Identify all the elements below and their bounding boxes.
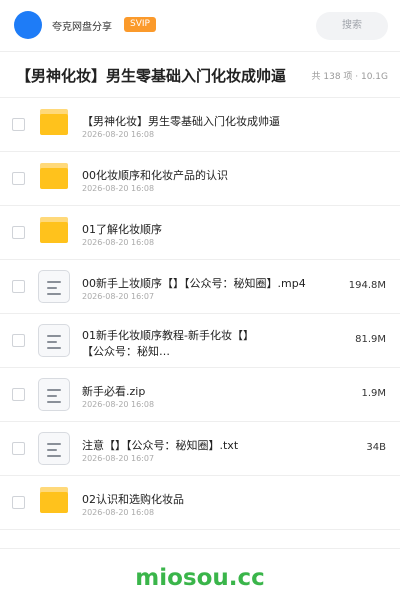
document-icon xyxy=(38,378,70,411)
item-checkbox[interactable] xyxy=(12,334,25,347)
svip-badge[interactable]: SVIP xyxy=(124,17,156,32)
document-icon xyxy=(38,324,70,357)
list-item[interactable]: 01了解化妆顺序 2026-08-20 16:08 xyxy=(0,206,400,260)
item-checkbox[interactable] xyxy=(12,280,25,293)
item-size: 34B xyxy=(366,442,386,453)
document-icon xyxy=(38,270,70,303)
item-name: 【男神化妆】男生零基础入门化妆成帅逼 xyxy=(82,115,280,128)
item-date: 2026-08-20 16:07 xyxy=(82,292,155,301)
item-checkbox[interactable] xyxy=(12,496,25,509)
item-checkbox[interactable] xyxy=(12,226,25,239)
folder-icon xyxy=(38,487,70,517)
item-checkbox[interactable] xyxy=(12,442,25,455)
item-date: 2026-08-20 16:08 xyxy=(82,130,155,139)
folder-icon xyxy=(38,217,70,247)
page-title: 【男神化妆】男生零基础入门化妆成帅逼 xyxy=(16,67,287,85)
folder-icon xyxy=(38,163,70,193)
folder-stats: 共 138 项 · 10.1G xyxy=(311,72,389,82)
item-name: 02认识和选购化妆品 xyxy=(82,493,184,506)
list-item[interactable]: 01新手化妆顺序教程-新手化妆【】【公众号：秘知… 81.9M xyxy=(0,314,400,368)
folder-icon xyxy=(38,109,70,139)
item-date: 2026-08-20 16:08 xyxy=(82,238,155,247)
item-name: 00化妆顺序和化妆产品的认识 xyxy=(82,169,228,182)
item-name: 00新手上妆顺序【】【公众号：秘知圈】.mp4 xyxy=(82,277,306,290)
share-title: 夸克网盘分享 xyxy=(52,22,112,33)
item-date: 2026-08-20 16:07 xyxy=(82,454,155,463)
list-item[interactable]: 02认识和选购化妆品 2026-08-20 16:08 xyxy=(0,476,400,530)
watermark: miosou.cc xyxy=(135,565,265,591)
item-name: 新手必看.zip xyxy=(82,385,146,398)
item-date: 2026-08-20 16:08 xyxy=(82,184,155,193)
folder-header: 【男神化妆】男生零基础入门化妆成帅逼 共 138 项 · 10.1G xyxy=(0,52,400,98)
item-checkbox[interactable] xyxy=(12,118,25,131)
item-size: 81.9M xyxy=(355,334,386,345)
list-item[interactable]: 新手必看.zip 2026-08-20 16:08 1.9M xyxy=(0,368,400,422)
item-size: 1.9M xyxy=(361,388,386,399)
header: 夸克网盘分享 SVIP 搜索 xyxy=(0,0,400,52)
list-item[interactable]: 注意【】【公众号：秘知圈】.txt 2026-08-20 16:07 34B xyxy=(0,422,400,476)
list-item[interactable]: 【男神化妆】男生零基础入门化妆成帅逼 2026-08-20 16:08 xyxy=(0,98,400,152)
item-name: 注意【】【公众号：秘知圈】.txt xyxy=(82,439,239,452)
item-checkbox[interactable] xyxy=(12,388,25,401)
item-name: 01了解化妆顺序 xyxy=(82,223,162,236)
item-name: 01新手化妆顺序教程-新手化妆【】【公众号：秘知… xyxy=(82,329,254,358)
item-checkbox[interactable] xyxy=(12,172,25,185)
document-icon xyxy=(38,432,70,465)
item-date: 2026-08-20 16:08 xyxy=(82,400,155,409)
list-item[interactable]: 00化妆顺序和化妆产品的认识 2026-08-20 16:08 xyxy=(0,152,400,206)
search-input[interactable]: 搜索 xyxy=(316,12,388,40)
list-item[interactable]: 00新手上妆顺序【】【公众号：秘知圈】.mp4 2026-08-20 16:07… xyxy=(0,260,400,314)
footer: miosou.cc xyxy=(0,548,400,600)
item-date: 2026-08-20 16:08 xyxy=(82,508,155,517)
item-size: 194.8M xyxy=(348,280,386,291)
file-list: 【男神化妆】男生零基础入门化妆成帅逼 2026-08-20 16:08 00化妆… xyxy=(0,98,400,530)
avatar[interactable] xyxy=(14,11,42,39)
